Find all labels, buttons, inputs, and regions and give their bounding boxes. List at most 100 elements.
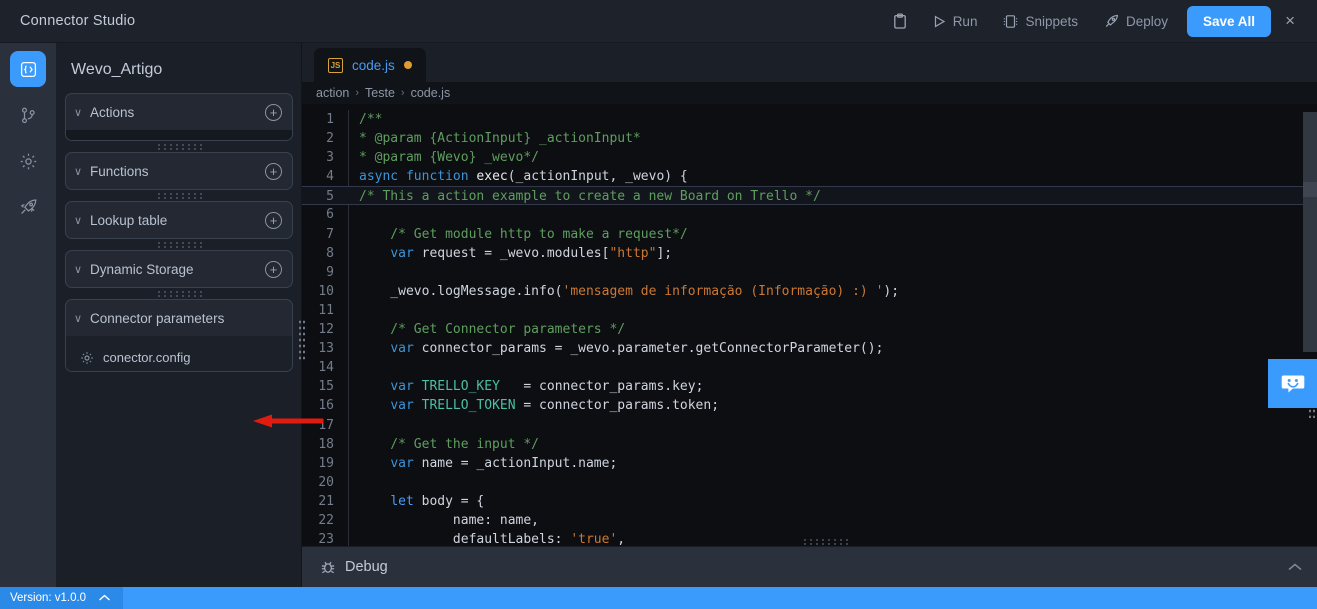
line-text[interactable]: /** (348, 110, 1317, 129)
section-functions[interactable]: ∨ Functions + (65, 152, 293, 190)
line-text[interactable]: var TRELLO_TOKEN = connector_params.toke… (348, 396, 1317, 415)
code-line[interactable]: 10 _wevo.logMessage.info('mensagem de in… (302, 282, 1317, 301)
add-lookup-table-button[interactable]: + (265, 212, 282, 229)
sidebar-item-source-control[interactable] (10, 97, 46, 133)
section-dynamic-storage-header[interactable]: ∨ Dynamic Storage + (66, 251, 292, 287)
code-line[interactable]: 14 (302, 358, 1317, 377)
breadcrumb-item-teste[interactable]: Teste (365, 86, 395, 100)
code-editor[interactable]: 1/**2* @param {ActionInput} _actionInput… (302, 104, 1317, 546)
code-line[interactable]: 11 (302, 301, 1317, 320)
code-content[interactable]: 1/**2* @param {ActionInput} _actionInput… (302, 104, 1317, 546)
run-button[interactable]: Run (920, 8, 991, 35)
line-text[interactable] (348, 205, 1317, 224)
section-connector-parameters[interactable]: ∨ Connector parameters conector.confi (65, 299, 293, 372)
resize-handle-actions[interactable] (65, 141, 293, 152)
code-line[interactable]: 2* @param {ActionInput} _actionInput* (302, 129, 1317, 148)
code-line[interactable]: 8 var request = _wevo.modules["http"]; (302, 244, 1317, 263)
section-lookup-table[interactable]: ∨ Lookup table + (65, 201, 293, 239)
chevron-up-icon[interactable] (1287, 562, 1303, 572)
code-token: async (359, 169, 406, 184)
section-lookup-table-header[interactable]: ∨ Lookup table + (66, 202, 292, 238)
run-label: Run (953, 14, 978, 29)
line-text[interactable]: name: name, (348, 511, 1317, 530)
code-line[interactable]: 15 var TRELLO_KEY = connector_params.key… (302, 377, 1317, 396)
code-line[interactable]: 20 (302, 473, 1317, 492)
chevron-up-icon[interactable] (98, 594, 111, 602)
line-text[interactable]: /* This a action example to create a new… (348, 187, 1317, 206)
code-line[interactable]: 18 /* Get the input */ (302, 435, 1317, 454)
code-line[interactable]: 12 /* Get Connector parameters */ (302, 320, 1317, 339)
code-token: var (390, 456, 413, 471)
code-token: var (390, 379, 413, 394)
panel-resize-handle[interactable] (296, 93, 306, 587)
list-item-conector-config[interactable]: conector.config (66, 344, 292, 371)
horizontal-grip-dots[interactable] (802, 538, 848, 545)
section-actions-header[interactable]: ∨ Actions + (66, 94, 292, 130)
save-all-button[interactable]: Save All (1187, 6, 1271, 37)
code-line[interactable]: 1/** (302, 110, 1317, 129)
clipboard-button[interactable] (880, 7, 920, 36)
chevron-down-icon: ∨ (74, 263, 90, 276)
code-line[interactable]: 21 let body = { (302, 492, 1317, 511)
line-text[interactable] (348, 416, 1317, 435)
line-text[interactable]: /* Get the input */ (348, 435, 1317, 454)
code-token: ]; (656, 246, 672, 261)
code-line[interactable]: 16 var TRELLO_TOKEN = connector_params.t… (302, 396, 1317, 415)
breadcrumb-item-action[interactable]: action (316, 86, 349, 100)
section-functions-header[interactable]: ∨ Functions + (66, 153, 292, 189)
version-status-item[interactable]: Version: v1.0.0 (0, 587, 123, 609)
deploy-button[interactable]: Deploy (1091, 8, 1181, 35)
resize-handle-lookup-table[interactable] (65, 239, 293, 250)
code-line[interactable]: 17 (302, 416, 1317, 435)
connector-parameters-list: conector.config (66, 336, 292, 371)
line-text[interactable] (348, 301, 1317, 320)
chat-widget-button[interactable] (1268, 359, 1317, 408)
line-text[interactable]: _wevo.logMessage.info('mensagem de infor… (348, 282, 1317, 301)
section-actions[interactable]: ∨ Actions + (65, 93, 293, 141)
code-line[interactable]: 22 name: name, (302, 511, 1317, 530)
code-token: name: name, (359, 513, 539, 528)
line-text[interactable]: var name = _actionInput.name; (348, 454, 1317, 473)
line-text[interactable]: * @param {ActionInput} _actionInput* (348, 129, 1317, 148)
resize-handle-functions[interactable] (65, 190, 293, 201)
code-line[interactable]: 4async function exec(_actionInput, _wevo… (302, 167, 1317, 186)
add-function-button[interactable]: + (265, 163, 282, 180)
editor-vertical-scrollbar[interactable] (1303, 104, 1317, 546)
sidebar-item-settings[interactable] (10, 143, 46, 179)
line-text[interactable]: var request = _wevo.modules["http"]; (348, 244, 1317, 263)
breadcrumb-item-code-js[interactable]: code.js (411, 86, 451, 100)
tab-code-js[interactable]: JS code.js (314, 48, 426, 82)
section-connector-parameters-header[interactable]: ∨ Connector parameters (66, 300, 292, 336)
section-dynamic-storage[interactable]: ∨ Dynamic Storage + (65, 250, 293, 288)
code-line[interactable]: 7 /* Get module http to make a request*/ (302, 225, 1317, 244)
line-text[interactable] (348, 473, 1317, 492)
code-line[interactable]: 13 var connector_params = _wevo.paramete… (302, 339, 1317, 358)
add-dynamic-storage-button[interactable]: + (265, 261, 282, 278)
resize-handle-dynamic-storage[interactable] (65, 288, 293, 299)
line-text[interactable]: var connector_params = _wevo.parameter.g… (348, 339, 1317, 358)
close-button[interactable]: × (1271, 8, 1307, 35)
sidebar-item-deploy[interactable] (10, 189, 46, 225)
code-scroll-area[interactable]: 1/**2* @param {ActionInput} _actionInput… (302, 104, 1317, 546)
sidebar-item-connector[interactable] (10, 51, 46, 87)
line-text[interactable]: * @param {Wevo} _wevo*/ (348, 148, 1317, 167)
add-action-button[interactable]: + (265, 104, 282, 121)
line-text[interactable]: /* Get Connector parameters */ (348, 320, 1317, 339)
grip-dots (156, 241, 202, 248)
code-line[interactable]: 9 (302, 263, 1317, 282)
line-text[interactable]: async function exec(_actionInput, _wevo)… (348, 167, 1317, 186)
code-line[interactable]: 3* @param {Wevo} _wevo*/ (302, 148, 1317, 167)
editor-area: JS code.js action › Teste › code.js 1/**… (302, 43, 1317, 587)
snippets-button[interactable]: Snippets (990, 8, 1091, 35)
line-text[interactable]: var TRELLO_KEY = connector_params.key; (348, 377, 1317, 396)
code-line[interactable]: 19 var name = _actionInput.name; (302, 454, 1317, 473)
line-text[interactable]: let body = { (348, 492, 1317, 511)
line-text[interactable]: /* Get module http to make a request*/ (348, 225, 1317, 244)
line-text[interactable] (348, 358, 1317, 377)
line-text[interactable] (348, 263, 1317, 282)
line-number: 4 (302, 167, 348, 186)
code-line[interactable]: 6 (302, 205, 1317, 224)
debug-bar[interactable]: Debug (302, 546, 1317, 587)
grip-dots (156, 143, 202, 150)
code-line[interactable]: 5/* This a action example to create a ne… (302, 186, 1317, 205)
